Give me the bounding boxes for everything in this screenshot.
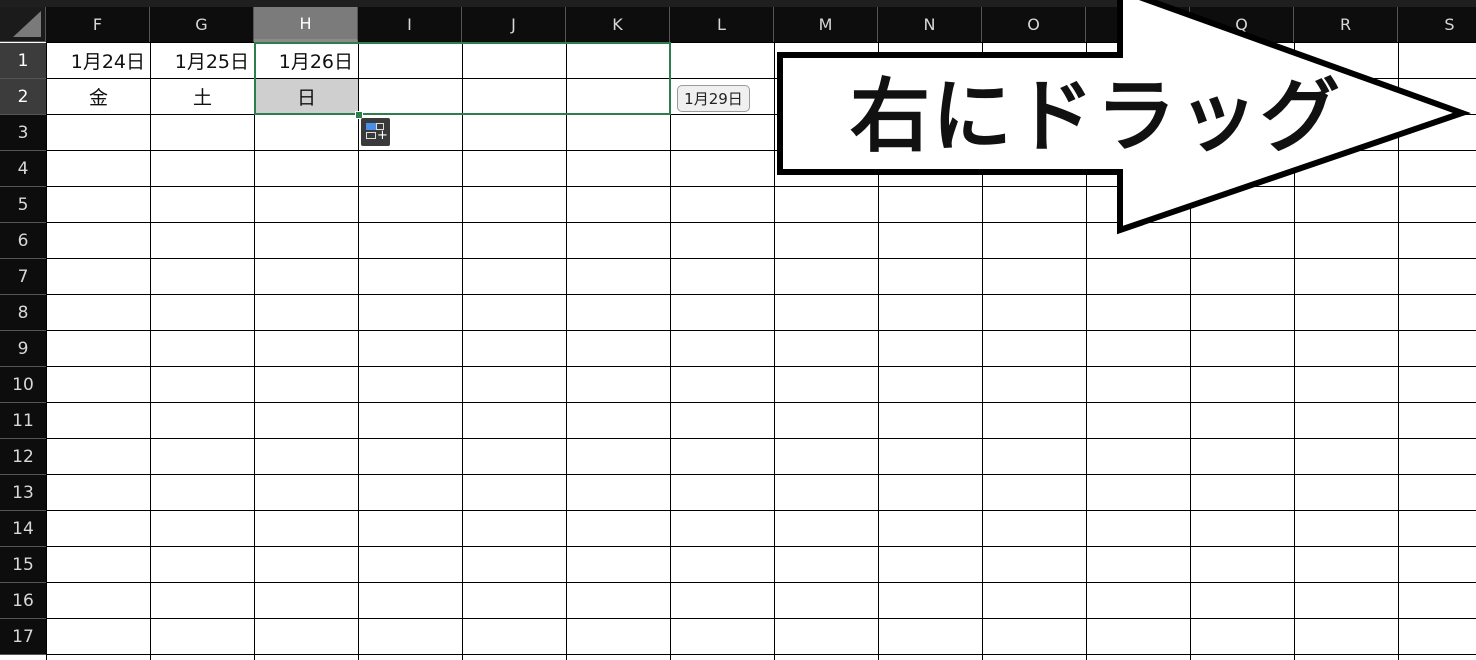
row-header-17[interactable]: 17: [0, 619, 46, 655]
row-header-14[interactable]: 14: [0, 511, 46, 547]
row-header-3[interactable]: 3: [0, 115, 46, 151]
column-header-I[interactable]: I: [358, 7, 462, 42]
row-header-7[interactable]: 7: [0, 259, 46, 295]
grid-vline: [254, 42, 255, 660]
column-header-K[interactable]: K: [566, 7, 670, 42]
grid-vline: [358, 42, 359, 660]
grid-hline: [46, 222, 1476, 223]
grid-vline: [1398, 42, 1399, 660]
grid-hline: [46, 474, 1476, 475]
row-header-1[interactable]: 1: [0, 43, 46, 79]
column-header-H[interactable]: H: [254, 7, 358, 42]
row-header-12[interactable]: 12: [0, 439, 46, 475]
column-header-S[interactable]: S: [1398, 7, 1476, 42]
grid-vline: [774, 42, 775, 660]
grid-hline: [46, 618, 1476, 619]
select-all-corner-icon[interactable]: [0, 7, 46, 42]
column-header-O[interactable]: O: [982, 7, 1086, 42]
grid-hline: [46, 402, 1476, 403]
grid-hline: [46, 438, 1476, 439]
grid-vline: [670, 42, 671, 660]
row-header-9[interactable]: 9: [0, 331, 46, 367]
row-header-5[interactable]: 5: [0, 187, 46, 223]
drag-right-annotation: 右にドラッグ: [850, 70, 1342, 163]
grid-hline: [46, 258, 1476, 259]
grid-hline: [46, 330, 1476, 331]
cell-F2[interactable]: 金: [47, 79, 150, 114]
spreadsheet-grid: FGHIJKLMNOPQRS 1 2 3 4 5 6 7 8 9 10 11 12 13 14 15 16 17…: [0, 0, 1476, 660]
column-header-L[interactable]: L: [670, 7, 774, 42]
column-header-J[interactable]: J: [462, 7, 566, 42]
autofill-options-icon[interactable]: +: [361, 118, 390, 146]
column-header-R[interactable]: R: [1294, 7, 1398, 42]
column-header-M[interactable]: M: [774, 7, 878, 42]
top-bar: [0, 0, 1476, 7]
row-header-2[interactable]: 2: [0, 79, 46, 115]
row-header-4[interactable]: 4: [0, 151, 46, 187]
column-header-Q[interactable]: Q: [1190, 7, 1294, 42]
grid-hline: [46, 510, 1476, 511]
column-header-G[interactable]: G: [150, 7, 254, 42]
column-header-F[interactable]: F: [46, 7, 150, 42]
row-header-13[interactable]: 13: [0, 475, 46, 511]
grid-hline: [46, 654, 1476, 655]
grid-hline: [46, 582, 1476, 583]
column-header-N[interactable]: N: [878, 7, 982, 42]
grid-vline: [46, 42, 47, 660]
fill-preview-tooltip: 1月29日: [677, 85, 750, 112]
grid-hline: [46, 294, 1476, 295]
cell-F1[interactable]: 1月24日: [47, 43, 150, 78]
grid-hline: [46, 366, 1476, 367]
cell-G2[interactable]: 土: [151, 79, 254, 114]
grid-vline: [462, 42, 463, 660]
grid-hline: [46, 186, 1476, 187]
row-header-11[interactable]: 11: [0, 403, 46, 439]
row-header-16[interactable]: 16: [0, 583, 46, 619]
row-header-6[interactable]: 6: [0, 223, 46, 259]
row-header-15[interactable]: 15: [0, 547, 46, 583]
column-header-P[interactable]: P: [1086, 7, 1190, 42]
grid-vline: [150, 42, 151, 660]
row-header-10[interactable]: 10: [0, 367, 46, 403]
row-header-8[interactable]: 8: [0, 295, 46, 331]
cell-G1[interactable]: 1月25日: [151, 43, 254, 78]
grid-hline: [46, 546, 1476, 547]
grid-vline: [566, 42, 567, 660]
selection-range: [254, 42, 671, 115]
